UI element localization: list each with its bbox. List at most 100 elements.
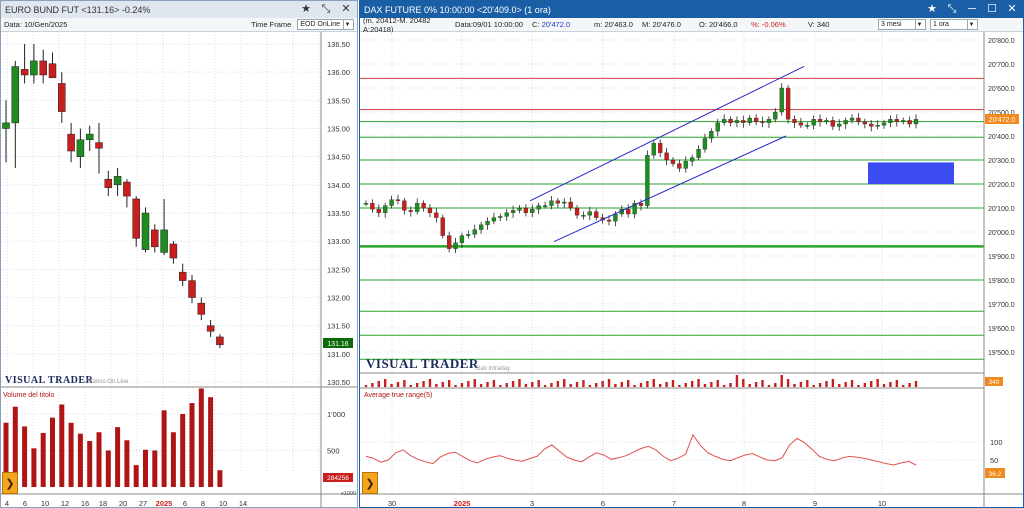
volume-tick-label: 1'000 bbox=[327, 410, 345, 419]
candle-body bbox=[383, 205, 388, 213]
dax-volume-badge: 340 bbox=[989, 379, 1000, 386]
volume-bar bbox=[774, 383, 777, 387]
volume-bar bbox=[524, 384, 528, 387]
close-icon[interactable]: ✕ bbox=[339, 3, 353, 17]
candle-body bbox=[664, 152, 669, 161]
atr-line bbox=[365, 433, 917, 466]
volume-bar bbox=[754, 382, 758, 387]
interval-select[interactable]: 1 ora ▼ bbox=[930, 19, 978, 30]
volume-bar bbox=[780, 375, 783, 387]
candle-body bbox=[504, 212, 509, 217]
timeframe-select[interactable]: EOD OnLine ▼ bbox=[297, 19, 354, 30]
volume-bar bbox=[729, 383, 732, 387]
candle-body bbox=[151, 229, 159, 248]
volume-bar bbox=[396, 382, 400, 387]
volume-bar bbox=[889, 382, 892, 387]
close-icon[interactable]: ✕ bbox=[1005, 3, 1019, 17]
x-tick-label: 14 bbox=[239, 499, 247, 508]
period-select[interactable]: 3 mesi ▼ bbox=[878, 19, 926, 30]
candle-body bbox=[478, 224, 484, 230]
minimize-icon[interactable]: ─ bbox=[965, 3, 979, 17]
price-tick-label: 131.50 bbox=[327, 322, 350, 331]
star-icon[interactable]: ★ bbox=[925, 3, 939, 17]
candle-body bbox=[766, 119, 772, 123]
volume-bar bbox=[735, 375, 739, 387]
price-tick-label: 19'700.0 bbox=[988, 302, 1015, 309]
bund-chart-area[interactable]: 136.50 136.00 135.50 135.00 134.50 134.00 133.… bbox=[1, 32, 357, 508]
candle-body bbox=[523, 207, 529, 213]
candle-body bbox=[606, 219, 612, 222]
candle-body bbox=[594, 211, 599, 218]
resize-arrow-icon[interactable]: ⤡ bbox=[945, 3, 959, 17]
bund-toolbar: Data: 10/Gen/2025 Time Frame EOD OnLine … bbox=[1, 18, 357, 32]
volume-bar bbox=[208, 397, 214, 487]
price-tick-label: 20'700.0 bbox=[988, 62, 1015, 69]
price-tick-label: 19'500.0 bbox=[988, 350, 1015, 357]
ohlc-pct-value: -0.06% bbox=[761, 20, 786, 29]
bund-last-price-badge: 131.16 bbox=[327, 341, 349, 348]
candle-body bbox=[856, 117, 861, 122]
candle-body bbox=[389, 199, 394, 206]
channel-lower-line bbox=[553, 135, 787, 243]
price-tick-label: 136.00 bbox=[327, 68, 350, 77]
candle-body bbox=[568, 201, 573, 209]
volume-bar bbox=[486, 382, 489, 387]
volume-bar bbox=[170, 432, 176, 487]
candle-body bbox=[48, 63, 57, 79]
candle-body bbox=[510, 210, 516, 213]
candle-body bbox=[894, 119, 899, 122]
volume-bar bbox=[518, 379, 521, 387]
price-tick-label: 132.50 bbox=[327, 265, 350, 274]
volume-bar bbox=[914, 381, 918, 387]
candle-body bbox=[402, 200, 407, 211]
candle-body bbox=[670, 159, 676, 164]
candle-body bbox=[160, 229, 168, 253]
resize-arrow-icon[interactable]: ⤡ bbox=[319, 3, 333, 17]
ohlc-M-label: M: bbox=[642, 20, 651, 29]
volume-bar bbox=[863, 383, 867, 387]
dax-ohlc-bar: (m. 20412-M. 20482 A:20418) Data:09/01 1… bbox=[360, 16, 1023, 34]
ohlc-m-label: m: bbox=[594, 20, 603, 29]
volume-bar bbox=[575, 382, 579, 387]
dax-window-title: DAX FUTURE 0% 10:00:00 <20'409.0> (1 ora… bbox=[364, 4, 551, 15]
x-tick-label: 10 bbox=[219, 499, 227, 508]
candle-body bbox=[888, 119, 893, 123]
volume-bar bbox=[115, 427, 121, 487]
bund-chart-window: EURO BUND FUT <131.16> -0.24% ★ ⤡ ✕ Data… bbox=[0, 0, 358, 508]
volume-bar bbox=[161, 410, 167, 487]
volume-bar bbox=[710, 382, 713, 387]
chevron-down-icon: ▼ bbox=[967, 20, 975, 29]
channel-upper-line bbox=[529, 65, 805, 202]
candle-body bbox=[690, 157, 695, 162]
x-tick-label: 4 bbox=[5, 499, 9, 508]
candle-body bbox=[881, 122, 887, 126]
candle-body bbox=[446, 235, 452, 249]
price-tick-label: 135.50 bbox=[327, 96, 350, 105]
volume-bar bbox=[531, 382, 534, 387]
volume-bar bbox=[435, 384, 438, 387]
star-icon[interactable]: ★ bbox=[299, 3, 313, 17]
price-tick-label: 130.50 bbox=[327, 378, 350, 387]
price-tick-label: 19'600.0 bbox=[988, 326, 1015, 333]
volume-bar bbox=[652, 379, 655, 387]
volume-bar bbox=[217, 470, 223, 487]
volume-bar bbox=[607, 379, 611, 387]
dax-chart-area[interactable]: 20'800.020'700.020'600.020'500.020'400.0… bbox=[360, 32, 1023, 508]
volume-bar bbox=[31, 448, 37, 487]
candle-body bbox=[498, 216, 503, 218]
bund-brand-sub: Storico On Line bbox=[87, 379, 129, 385]
price-tick-label: 19'800.0 bbox=[988, 278, 1015, 285]
volume-bar bbox=[22, 426, 28, 487]
maximize-icon[interactable]: ☐ bbox=[985, 3, 999, 17]
volume-bar bbox=[818, 383, 822, 387]
play-button[interactable]: ❯ bbox=[2, 472, 18, 494]
volume-bar bbox=[403, 380, 406, 387]
price-tick-label: 20'200.0 bbox=[988, 182, 1015, 189]
candle-body bbox=[104, 178, 113, 188]
candle-body bbox=[702, 138, 708, 150]
candle-body bbox=[849, 117, 855, 121]
price-tick-label: 20'100.0 bbox=[988, 206, 1015, 213]
candle-body bbox=[696, 149, 701, 158]
play-button[interactable]: ❯ bbox=[362, 472, 378, 494]
candle-body bbox=[2, 122, 10, 129]
